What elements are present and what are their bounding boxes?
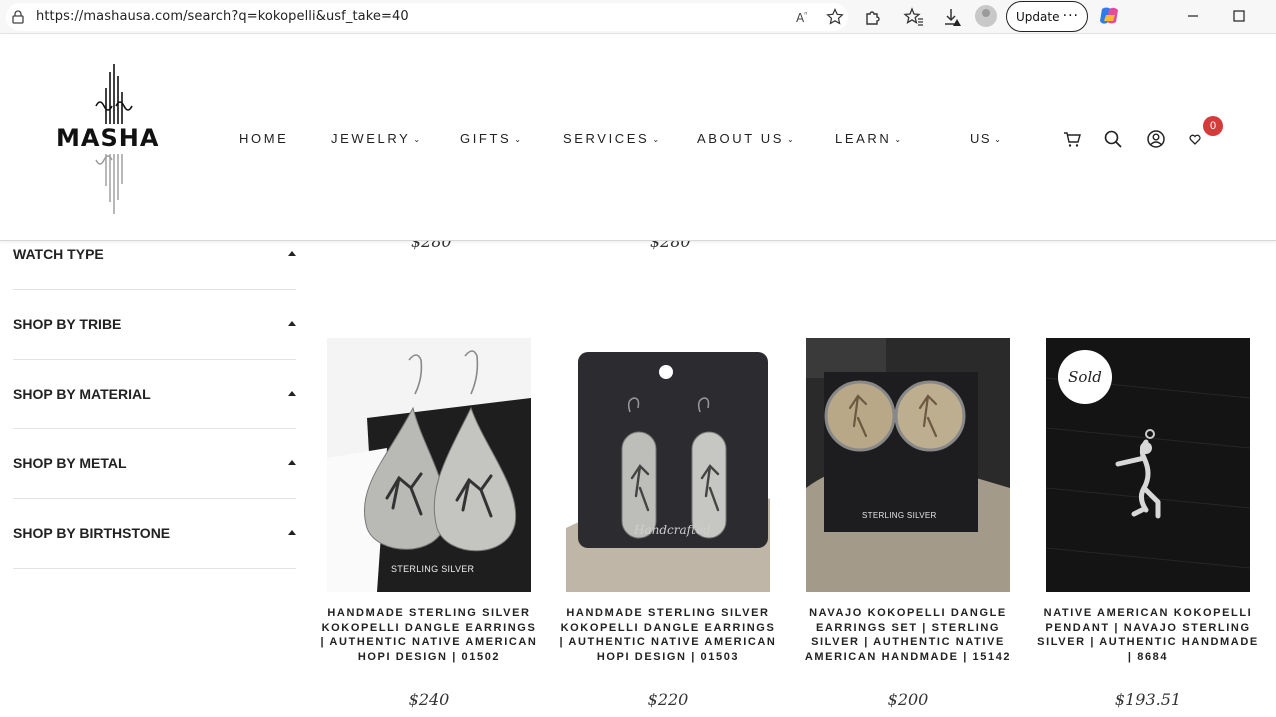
nav-home[interactable]: HOME xyxy=(239,131,288,146)
chevron-down-icon: ⌄ xyxy=(652,135,660,144)
filter-label: SHOP BY METAL xyxy=(13,455,127,471)
lock-icon[interactable] xyxy=(12,10,24,24)
filter-label: SHOP BY MATERIAL xyxy=(13,386,151,402)
product-price: $193.51 xyxy=(1114,690,1182,709)
url-text[interactable]: https://mashausa.com/search?q=kokopelli&… xyxy=(36,9,409,24)
favorites-icon[interactable] xyxy=(903,6,925,28)
product-price: $240 xyxy=(408,690,450,709)
update-label: Update xyxy=(1016,9,1060,24)
currency-label: US xyxy=(970,131,992,146)
masha-logo[interactable]: MASHA xyxy=(56,62,172,217)
nav-jewelry[interactable]: JEWELRY ⌄ xyxy=(331,131,420,146)
caret-up-icon[interactable] xyxy=(288,460,296,465)
update-button[interactable]: Update ··· xyxy=(1006,1,1088,32)
filter-shop-by-material[interactable]: SHOP BY MATERIAL xyxy=(13,360,296,429)
product-price: $200 xyxy=(887,690,929,709)
product-title[interactable]: HANDMADE STERLING SILVER KOKOPELLI DANGL… xyxy=(556,606,780,664)
nav-services-label: SERVICES xyxy=(563,131,650,146)
favorite-star-icon[interactable] xyxy=(826,8,844,26)
nav-about-us[interactable]: ABOUT US ⌄ xyxy=(697,131,794,146)
caret-up-icon[interactable] xyxy=(288,391,296,396)
profile-avatar[interactable] xyxy=(975,5,997,27)
product-image[interactable]: Sold xyxy=(1046,338,1250,592)
chevron-down-icon: ⌄ xyxy=(413,135,421,144)
read-aloud-icon[interactable]: Aⁿ xyxy=(796,10,807,25)
chevron-down-icon: ⌄ xyxy=(994,135,1001,144)
product-image[interactable]: STERLING SILVER xyxy=(806,338,1010,592)
filter-shop-by-birthstone[interactable]: SHOP BY BIRTHSTONE xyxy=(13,499,296,569)
chevron-down-icon: ⌄ xyxy=(787,135,794,144)
nav-about-us-label: ABOUT US xyxy=(697,131,785,146)
logo-text: MASHA xyxy=(56,124,160,152)
chevron-down-icon: ⌄ xyxy=(894,135,902,144)
nav-learn[interactable]: LEARN ⌄ xyxy=(835,131,901,146)
product-title[interactable]: HANDMADE STERLING SILVER KOKOPELLI DANGL… xyxy=(317,606,541,664)
filter-shop-by-tribe[interactable]: SHOP BY TRIBE xyxy=(13,290,296,360)
browser-toolbar: https://mashausa.com/search?q=kokopelli&… xyxy=(0,0,1276,34)
nav-gifts[interactable]: GIFTS ⌄ xyxy=(460,131,521,146)
account-icon[interactable] xyxy=(1146,129,1166,149)
filter-label: WATCH TYPE xyxy=(13,246,104,262)
site-header: MASHA HOME JEWELRY ⌄ GIFTS ⌄ SERVICES ⌄ ABO… xyxy=(0,35,1276,241)
copilot-icon[interactable] xyxy=(1098,5,1122,27)
currency-selector[interactable]: US ⌄ xyxy=(970,131,1001,146)
nav-jewelry-label: JEWELRY xyxy=(331,131,411,146)
product-image[interactable]: Handcrafted xyxy=(566,338,770,592)
product-image-text: Handcrafted xyxy=(633,523,711,537)
address-bar[interactable]: https://mashausa.com/search?q=kokopelli&… xyxy=(6,3,848,31)
nav-services[interactable]: SERVICES ⌄ xyxy=(563,131,659,146)
filter-shop-by-metal[interactable]: SHOP BY METAL xyxy=(13,429,296,499)
chevron-down-icon: ⌄ xyxy=(514,135,521,144)
product-image[interactable]: STERLING SILVER xyxy=(327,338,531,592)
caret-up-icon[interactable] xyxy=(288,251,296,256)
minimize-icon[interactable] xyxy=(1183,6,1203,26)
more-options-icon[interactable]: ··· xyxy=(1063,8,1079,24)
filter-label: SHOP BY TRIBE xyxy=(13,316,122,332)
extensions-icon[interactable] xyxy=(862,6,884,28)
product-price: $220 xyxy=(647,690,689,709)
filter-watch-type[interactable]: WATCH TYPE xyxy=(13,241,296,290)
product-image-text: STERLING SILVER xyxy=(862,511,937,520)
nav-gifts-label: GIFTS xyxy=(460,131,512,146)
cart-icon[interactable] xyxy=(1062,129,1082,149)
product-title[interactable]: NATIVE AMERICAN KOKOPELLI PENDANT | NAVA… xyxy=(1036,606,1260,664)
caret-up-icon[interactable] xyxy=(288,530,296,535)
search-icon[interactable] xyxy=(1103,129,1123,149)
downloads-icon[interactable] xyxy=(942,6,964,28)
product-image-text: STERLING SILVER xyxy=(391,564,475,574)
product-title[interactable]: NAVAJO KOKOPELLI DANGLE EARRINGS SET | S… xyxy=(796,606,1020,664)
cart-count-badge: 0 xyxy=(1203,116,1223,136)
caret-up-icon[interactable] xyxy=(288,321,296,326)
maximize-icon[interactable] xyxy=(1229,6,1249,26)
nav-home-label: HOME xyxy=(239,131,289,146)
sold-badge: Sold xyxy=(1058,350,1112,404)
filter-label: SHOP BY BIRTHSTONE xyxy=(13,525,171,541)
nav-learn-label: LEARN xyxy=(835,131,892,146)
